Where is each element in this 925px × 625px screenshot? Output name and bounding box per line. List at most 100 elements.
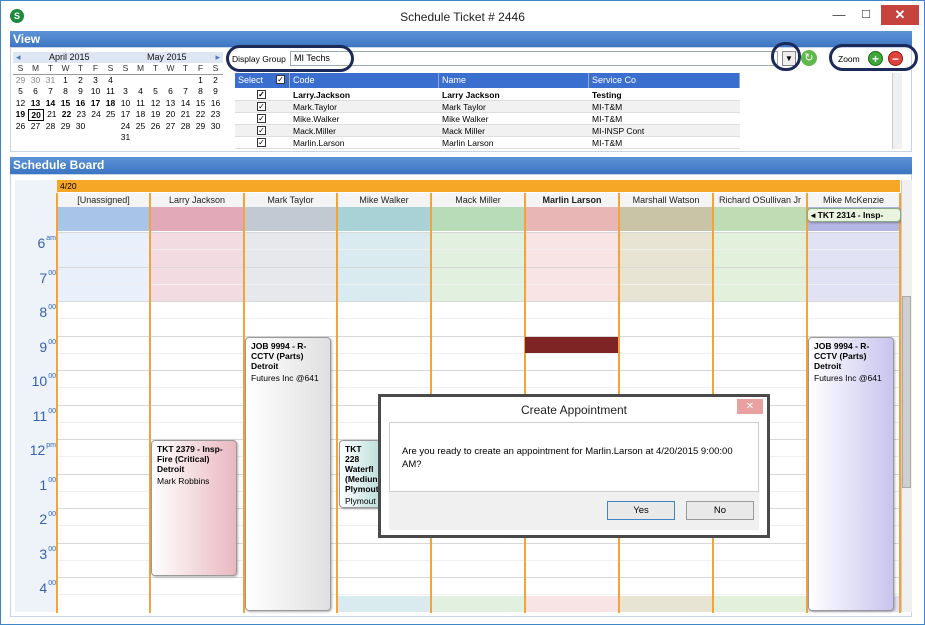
calendar-day[interactable]: 2 xyxy=(73,75,88,87)
calendar-day[interactable]: 28 xyxy=(178,121,193,133)
calendar-day[interactable]: 19 xyxy=(13,109,28,121)
tech-grid-row[interactable]: ✓ Marlin.Larson Marlin Larson MI-T&M xyxy=(235,137,740,149)
calendar-day[interactable]: 17 xyxy=(118,109,133,121)
tech-grid-row[interactable]: ✓ Mike.Walker Mike Walker MI-T&M xyxy=(235,113,740,125)
overflow-ticket[interactable]: ◂ TKT 2314 - Insp- xyxy=(807,208,901,222)
calendar-day[interactable]: 29 xyxy=(193,121,208,133)
calendar-day[interactable]: 29 xyxy=(13,75,28,87)
column-unscheduled-area[interactable] xyxy=(619,207,713,231)
col-header-name[interactable]: Name xyxy=(439,73,589,88)
column-header[interactable]: Mack Miller xyxy=(431,193,525,207)
row-select-checkbox[interactable]: ✓ xyxy=(257,90,266,99)
column-header[interactable]: Larry Jackson xyxy=(150,193,244,207)
appointment-card[interactable]: JOB 9994 - R-CCTV (Parts) Detroit Future… xyxy=(245,337,331,611)
blocked-time-slot[interactable] xyxy=(525,337,618,353)
column-header[interactable]: Mark Taylor xyxy=(244,193,337,207)
calendar-day[interactable]: 5 xyxy=(13,86,28,98)
calendar-day[interactable]: 2 xyxy=(208,75,223,87)
calendar-day[interactable]: 6 xyxy=(28,86,43,98)
calendar-day[interactable]: 19 xyxy=(148,109,163,121)
col-header-select[interactable]: Select ✓ xyxy=(235,73,290,88)
calendar-day[interactable]: 3 xyxy=(118,86,133,98)
calendar-day[interactable]: 6 xyxy=(163,86,178,98)
calendar-day[interactable]: 11 xyxy=(103,86,118,98)
column-unscheduled-area[interactable] xyxy=(713,207,807,231)
row-select-checkbox[interactable]: ✓ xyxy=(257,102,266,111)
calendar-day[interactable]: 20 xyxy=(27,109,45,121)
calendar-day[interactable]: 9 xyxy=(208,86,223,98)
tech-grid-row[interactable]: ✓ Mark.Taylor Mark Taylor MI-T&M xyxy=(235,101,740,113)
appointment-card[interactable]: TKT 228 Waterfl (Mediun Plymout Plymout xyxy=(339,440,383,508)
calendar-day[interactable]: 7 xyxy=(178,86,193,98)
calendar-day[interactable]: 27 xyxy=(28,121,43,133)
maximize-button[interactable]: ☐ xyxy=(853,5,879,25)
col-header-code[interactable]: Code xyxy=(290,73,439,88)
calendar-day[interactable]: 7 xyxy=(43,86,58,98)
appointment-card[interactable]: TKT 2379 - Insp-Fire (Critical) Detroit … xyxy=(151,440,237,576)
chevron-down-icon[interactable]: ▼ xyxy=(782,51,796,66)
column-unscheduled-area[interactable] xyxy=(57,207,150,231)
calendar-day[interactable]: 20 xyxy=(163,109,178,121)
row-select-checkbox[interactable]: ✓ xyxy=(257,114,266,123)
calendar-day[interactable]: 13 xyxy=(28,98,43,110)
minimize-button[interactable]: — xyxy=(826,5,852,25)
column-unscheduled-area[interactable] xyxy=(431,207,525,231)
calendar-day[interactable]: 9 xyxy=(73,86,88,98)
calendar-prev-icon[interactable]: ◂ xyxy=(13,52,21,63)
calendar-next-icon[interactable]: ▸ xyxy=(215,52,223,63)
tech-grid-row[interactable]: ✓ Mack.Miller Mack Miller MI-INSP Cont xyxy=(235,125,740,137)
calendar-day[interactable]: 3 xyxy=(88,75,103,87)
column-unscheduled-area[interactable] xyxy=(337,207,431,231)
calendar-day[interactable]: 25 xyxy=(103,109,118,121)
calendar-day[interactable]: 17 xyxy=(88,98,103,110)
appointment-card[interactable]: JOB 9994 - R-CCTV (Parts) Detroit Future… xyxy=(808,337,894,611)
column-unscheduled-area[interactable] xyxy=(525,207,619,231)
calendar-day[interactable]: 10 xyxy=(118,98,133,110)
column-header[interactable]: Mike McKenzie xyxy=(807,193,900,207)
calendar-day[interactable]: 16 xyxy=(208,98,223,110)
calendar-day[interactable]: 21 xyxy=(178,109,193,121)
calendar-day[interactable]: 29 xyxy=(58,121,73,133)
calendar-day[interactable]: 21 xyxy=(44,109,59,121)
calendar-day[interactable]: 24 xyxy=(118,121,133,133)
close-button[interactable]: ✕ xyxy=(881,5,919,25)
calendar-day[interactable]: 27 xyxy=(163,121,178,133)
calendar-day[interactable]: 8 xyxy=(58,86,73,98)
column-unscheduled-area[interactable] xyxy=(150,207,244,231)
calendar-day[interactable]: 30 xyxy=(28,75,43,87)
column-header[interactable]: Mike Walker xyxy=(337,193,431,207)
calendar-day[interactable]: 15 xyxy=(58,98,73,110)
calendar-day[interactable]: 4 xyxy=(133,86,148,98)
calendar-day[interactable]: 30 xyxy=(208,121,223,133)
refresh-icon[interactable]: ↻ xyxy=(801,50,817,66)
row-select-checkbox[interactable]: ✓ xyxy=(257,138,266,147)
calendar-day[interactable]: 31 xyxy=(43,75,58,87)
calendar-day[interactable]: 22 xyxy=(59,109,74,121)
column-header[interactable]: [Unassigned] xyxy=(57,193,150,207)
zoom-out-icon[interactable]: − xyxy=(888,51,903,66)
calendar-day[interactable]: 23 xyxy=(74,109,89,121)
display-group-input[interactable]: MI Techs xyxy=(290,51,778,66)
calendar-day[interactable]: 12 xyxy=(13,98,28,110)
no-button[interactable]: No xyxy=(686,501,754,520)
tech-grid-row[interactable]: ✓ Larry.Jackson Larry Jackson Testing xyxy=(235,89,740,101)
calendar-day[interactable]: 26 xyxy=(13,121,28,133)
grid-scrollbar[interactable] xyxy=(892,73,902,149)
calendar-day[interactable]: 31 xyxy=(118,132,133,144)
column-header[interactable]: Marlin Larson xyxy=(525,193,619,207)
calendar-day[interactable]: 4 xyxy=(103,75,118,87)
calendar-day[interactable]: 15 xyxy=(193,98,208,110)
calendar-day[interactable]: 5 xyxy=(148,86,163,98)
calendar-day[interactable]: 22 xyxy=(193,109,208,121)
yes-button[interactable]: Yes xyxy=(607,501,675,520)
calendar-day[interactable]: 12 xyxy=(148,98,163,110)
select-all-checkbox[interactable]: ✓ xyxy=(276,75,285,84)
calendar-day[interactable]: 16 xyxy=(73,98,88,110)
calendar-day[interactable]: 8 xyxy=(193,86,208,98)
col-header-service[interactable]: Service Co xyxy=(589,73,740,88)
calendar-day[interactable]: 18 xyxy=(133,109,148,121)
zoom-in-icon[interactable]: + xyxy=(868,51,883,66)
calendar-day[interactable]: 1 xyxy=(58,75,73,87)
calendar-day[interactable]: 30 xyxy=(73,121,88,133)
calendar-day[interactable]: 18 xyxy=(103,98,118,110)
